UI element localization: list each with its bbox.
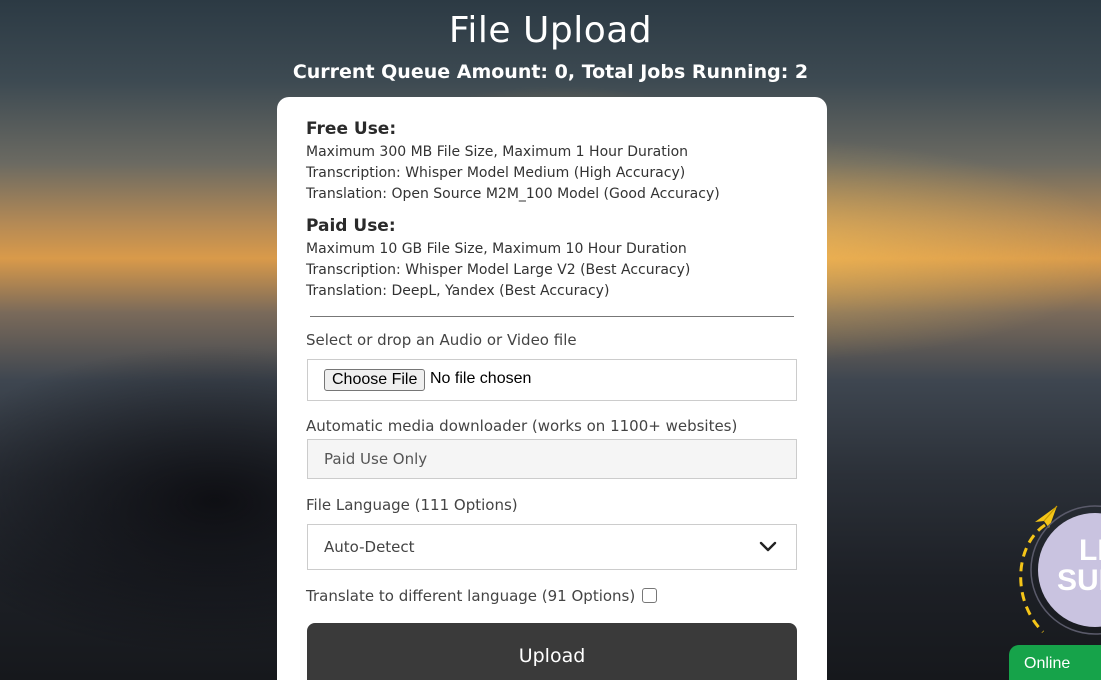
support-text: SUPPORT xyxy=(1057,564,1101,597)
translate-label: Translate to different language (91 Opti… xyxy=(306,587,636,605)
free-use-line: Translation: Open Source M2M_100 Model (… xyxy=(306,186,720,202)
language-select[interactable]: Auto-Detect xyxy=(307,524,797,570)
upload-button[interactable]: Upload xyxy=(307,623,797,680)
upload-card: Free Use: Maximum 300 MB File Size, Maxi… xyxy=(277,97,827,680)
file-status: No file chosen xyxy=(430,370,532,387)
paid-use-line: Translation: DeepL, Yandex (Best Accurac… xyxy=(306,283,610,299)
live-support-badge[interactable]: LIVE SUPPORT xyxy=(1015,500,1101,640)
free-use-line: Maximum 300 MB File Size, Maximum 1 Hour… xyxy=(306,144,689,160)
queue-status: Current Queue Amount: 0, Total Jobs Runn… xyxy=(292,61,809,83)
free-use-line: Transcription: Whisper Model Medium (Hig… xyxy=(306,165,686,181)
file-drop-area[interactable]: Choose File No file chosen xyxy=(307,359,797,401)
paid-use-line: Transcription: Whisper Model Large V2 (B… xyxy=(306,262,691,278)
online-status-tab[interactable]: Online xyxy=(1009,645,1101,680)
live-support-graphic: LIVE SUPPORT xyxy=(1019,505,1101,635)
media-url-input[interactable] xyxy=(307,439,797,479)
page-title: File Upload xyxy=(448,10,653,51)
downloader-label: Automatic media downloader (works on 110… xyxy=(306,417,738,435)
live-text: LIVE xyxy=(1079,534,1101,567)
section-divider xyxy=(310,316,794,317)
paid-use-title: Paid Use: xyxy=(306,216,396,236)
paper-plane-icon xyxy=(1035,505,1058,528)
file-input-label: Select or drop an Audio or Video file xyxy=(306,331,577,349)
paid-use-line: Maximum 10 GB File Size, Maximum 10 Hour… xyxy=(306,241,687,257)
translate-checkbox[interactable] xyxy=(642,588,657,603)
language-label: File Language (111 Options) xyxy=(306,496,518,514)
language-selected-value: Auto-Detect xyxy=(324,538,415,556)
chevron-down-icon xyxy=(759,541,777,552)
free-use-title: Free Use: xyxy=(306,119,397,139)
choose-file-button[interactable]: Choose File xyxy=(324,369,426,391)
